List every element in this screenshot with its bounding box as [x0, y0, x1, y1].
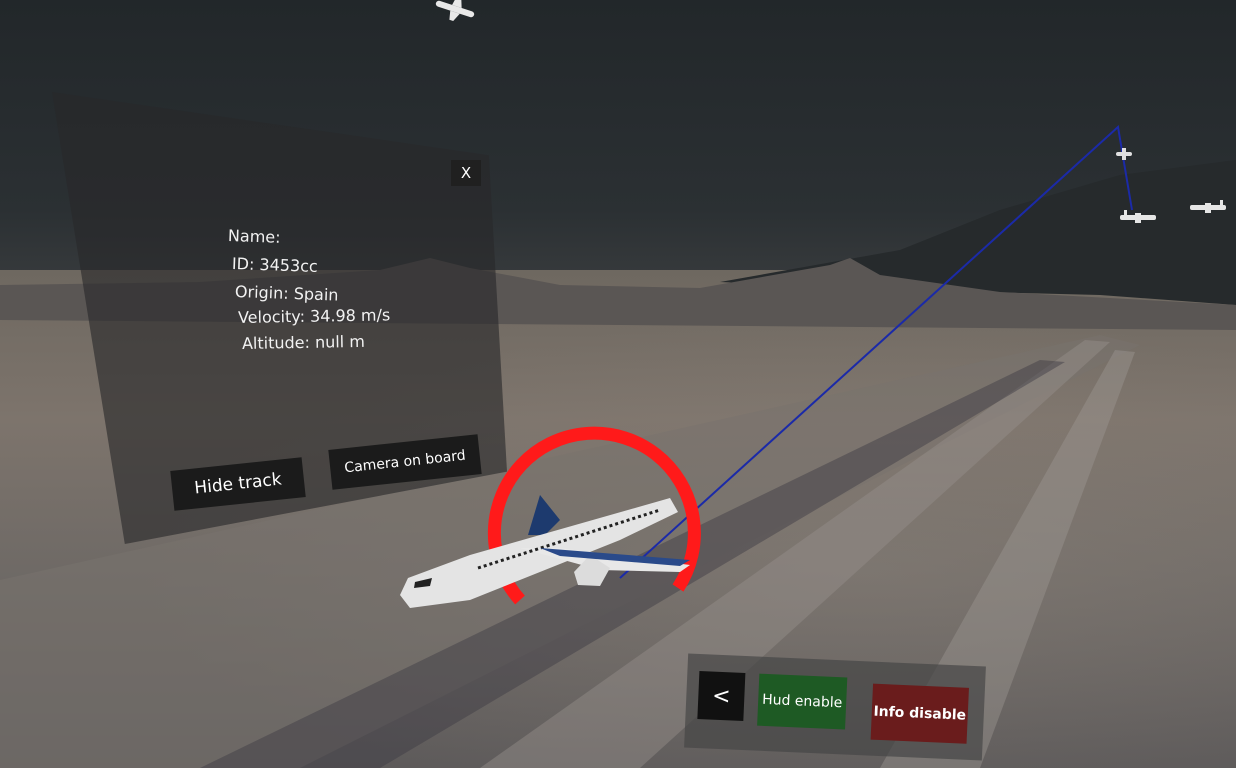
info-name: Name: — [227, 226, 281, 247]
info-origin: Origin: Spain — [234, 282, 339, 305]
close-panel-button[interactable]: X — [451, 160, 481, 186]
info-id: ID: 3453cc — [231, 254, 319, 276]
hud-enable-button[interactable]: Hud enable — [757, 673, 848, 730]
map-scene[interactable]: X Name: ID: 3453cc Origin: Spain Velocit… — [0, 0, 1236, 768]
airplane-icon[interactable] — [1116, 148, 1132, 160]
control-bar: < Hud enable Info disable — [684, 653, 986, 761]
airplane-icon[interactable] — [1190, 200, 1226, 213]
info-velocity: Velocity: 34.98 m/s — [237, 305, 391, 327]
info-disable-button[interactable]: Info disable — [870, 683, 969, 744]
airplane-icon[interactable] — [432, 0, 478, 27]
back-button[interactable]: < — [697, 671, 746, 722]
info-altitude: Altitude: null m — [241, 331, 365, 353]
airplane-icon[interactable] — [1120, 210, 1156, 223]
airplane-icon[interactable] — [400, 495, 690, 608]
